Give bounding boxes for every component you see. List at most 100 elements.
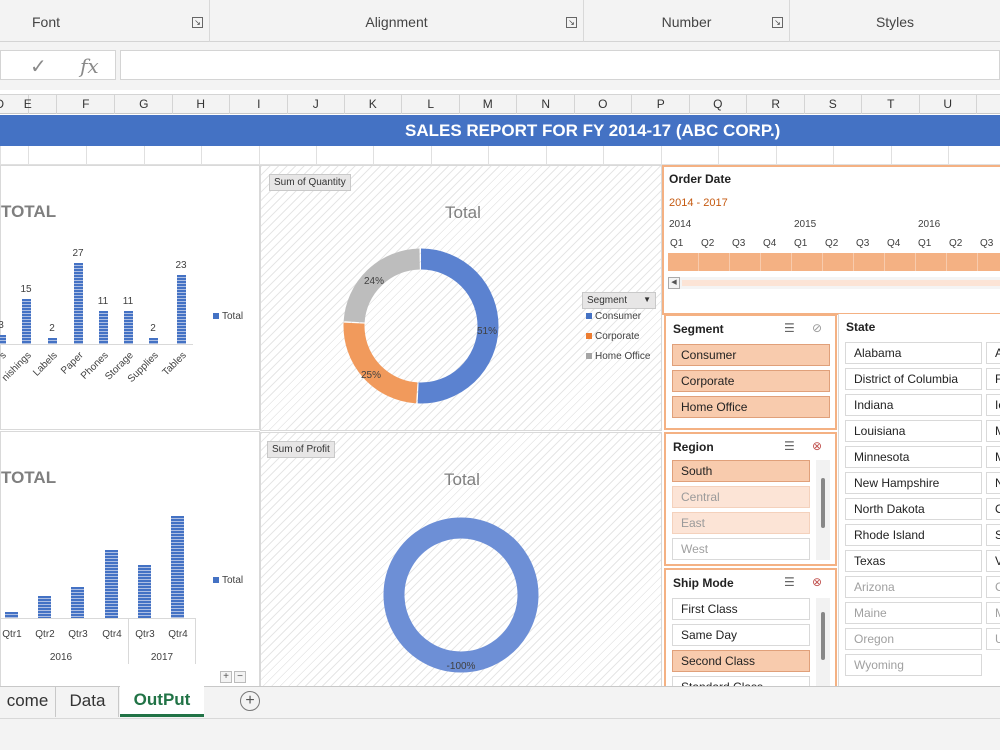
expand-icon[interactable]: + bbox=[220, 671, 232, 683]
timeline-quarter[interactable]: Q4 bbox=[763, 238, 776, 249]
column-header[interactable]: K bbox=[345, 95, 402, 114]
column-header[interactable]: Q bbox=[690, 95, 747, 114]
column-header[interactable]: P bbox=[633, 95, 690, 114]
dialog-launcher-icon[interactable]: ↘ bbox=[192, 17, 203, 28]
sheet-tab[interactable]: Data bbox=[57, 687, 119, 717]
donut-chart-quantity[interactable]: Sum of Quantity Total 51% 25% 24% Segment ▼… bbox=[260, 165, 662, 431]
slicer-item[interactable]: Same Day bbox=[672, 624, 810, 646]
slicer-segment[interactable]: Segment ☰ ⊘ Consumer Corporate Home Offi… bbox=[664, 314, 837, 430]
bar-chart-category[interactable]: TOTAL Total 3 s 15 nishings 2 Labels 27 Paper 11… bbox=[0, 165, 260, 430]
slicer-item[interactable]: Central bbox=[672, 486, 810, 508]
slicer-item[interactable]: V bbox=[986, 550, 1000, 572]
slicer-item[interactable]: District of Columbia bbox=[845, 368, 982, 390]
column-header[interactable]: F bbox=[58, 95, 115, 114]
slicer-item[interactable]: Maine bbox=[845, 602, 982, 624]
slicer-item[interactable]: N bbox=[986, 472, 1000, 494]
slicer-item[interactable]: Alabama bbox=[845, 342, 982, 364]
slicer-item[interactable]: Arizona bbox=[845, 576, 982, 598]
slicer-item[interactable]: Louisiana bbox=[845, 420, 982, 442]
donut-chart-profit[interactable]: Sum of Profit Total -100% bbox=[260, 432, 662, 687]
slicer-item[interactable]: East bbox=[672, 512, 810, 534]
scroll-thumb[interactable] bbox=[682, 280, 1000, 286]
slicer-item[interactable]: First Class bbox=[672, 598, 810, 620]
slicer-scrollbar[interactable] bbox=[816, 460, 830, 560]
timeline-scrollbar[interactable]: ◀ bbox=[668, 277, 1000, 289]
slicer-item[interactable]: M bbox=[986, 446, 1000, 468]
timeline-quarter[interactable]: Q1 bbox=[794, 238, 807, 249]
slicer-item[interactable]: Wyoming bbox=[845, 654, 982, 676]
fx-icon[interactable]: fx bbox=[80, 54, 99, 78]
sheet-tab[interactable]: come bbox=[0, 687, 56, 717]
slicer-region[interactable]: Region ☰ ⊗ South Central East West bbox=[664, 432, 837, 566]
check-icon[interactable]: ✓ bbox=[30, 54, 47, 79]
slicer-item[interactable]: South bbox=[672, 460, 810, 482]
column-header[interactable]: O bbox=[575, 95, 632, 114]
slicer-item[interactable]: Fl bbox=[986, 368, 1000, 390]
slicer-item[interactable]: C bbox=[986, 576, 1000, 598]
timeline-quarter[interactable]: Q2 bbox=[701, 238, 714, 249]
slicer-item[interactable]: West bbox=[672, 538, 810, 560]
slicer-item[interactable]: O bbox=[986, 498, 1000, 520]
column-header[interactable]: T bbox=[863, 95, 920, 114]
timeline-quarter[interactable]: Q3 bbox=[856, 238, 869, 249]
slicer-item[interactable]: Minnesota bbox=[845, 446, 982, 468]
slicer-item[interactable]: Second Class bbox=[672, 650, 810, 672]
collapse-icon[interactable]: − bbox=[234, 671, 246, 683]
timeline-selection-bar[interactable] bbox=[668, 253, 1000, 271]
timeline-quarter[interactable]: Q2 bbox=[825, 238, 838, 249]
slicer-item[interactable]: Corporate bbox=[672, 370, 830, 392]
clear-filter-icon[interactable]: ⊗ bbox=[812, 575, 822, 589]
column-header[interactable]: E bbox=[0, 95, 57, 114]
sheet-tab-active[interactable]: OutPut bbox=[120, 686, 204, 717]
column-header[interactable]: I bbox=[231, 95, 288, 114]
scroll-left-icon[interactable]: ◀ bbox=[668, 277, 680, 289]
slicer-item[interactable]: Indiana bbox=[845, 394, 982, 416]
scroll-thumb[interactable] bbox=[821, 478, 825, 528]
slicer-item[interactable]: Oregon bbox=[845, 628, 982, 650]
timeline-quarter[interactable]: Q3 bbox=[980, 238, 993, 249]
slicer-state[interactable]: State Alabama District of Columbia Indiana… bbox=[838, 314, 1000, 686]
slicer-item[interactable]: M bbox=[986, 420, 1000, 442]
multi-select-icon[interactable]: ☰ bbox=[784, 321, 795, 335]
multi-select-icon[interactable]: ☰ bbox=[784, 575, 795, 589]
multi-select-icon[interactable]: ☰ bbox=[784, 439, 795, 453]
column-header[interactable]: H bbox=[173, 95, 230, 114]
slicer-item[interactable]: S bbox=[986, 524, 1000, 546]
column-header[interactable]: G bbox=[116, 95, 173, 114]
pivot-field-button[interactable]: Sum of Quantity bbox=[269, 174, 351, 191]
slicer-item[interactable]: Home Office bbox=[672, 396, 830, 418]
dialog-launcher-icon[interactable]: ↘ bbox=[566, 17, 577, 28]
slicer-item[interactable]: U bbox=[986, 628, 1000, 650]
column-header[interactable]: S bbox=[805, 95, 862, 114]
column-header[interactable]: U bbox=[920, 95, 977, 114]
timeline-quarter[interactable]: Q4 bbox=[887, 238, 900, 249]
slicer-item[interactable]: M bbox=[986, 602, 1000, 624]
timeline-order-date[interactable]: Order Date 2014 - 2017 ◀ 2014 2015 2016 Q1 Q… bbox=[662, 165, 1000, 315]
clear-filter-icon[interactable]: ⊘ bbox=[812, 321, 822, 335]
legend-filter-button[interactable]: Segment ▼ bbox=[582, 292, 656, 309]
slicer-item[interactable]: Texas bbox=[845, 550, 982, 572]
timeline-quarter[interactable]: Q2 bbox=[949, 238, 962, 249]
slicer-item[interactable]: Rhode Island bbox=[845, 524, 982, 546]
slicer-item[interactable]: Consumer bbox=[672, 344, 830, 366]
slicer-item[interactable]: A bbox=[986, 342, 1000, 364]
column-header[interactable]: R bbox=[748, 95, 805, 114]
slicer-item[interactable]: New Hampshire bbox=[845, 472, 982, 494]
slicer-item[interactable]: North Dakota bbox=[845, 498, 982, 520]
slicer-ship-mode[interactable]: Ship Mode ☰ ⊗ First Class Same Day Secon… bbox=[664, 568, 837, 688]
dialog-launcher-icon[interactable]: ↘ bbox=[772, 17, 783, 28]
column-header[interactable]: M bbox=[460, 95, 517, 114]
column-header[interactable]: N bbox=[518, 95, 575, 114]
formula-input[interactable] bbox=[120, 50, 1000, 80]
pivot-field-button[interactable]: Sum of Profit bbox=[267, 441, 335, 458]
add-sheet-icon[interactable]: + bbox=[240, 691, 260, 711]
scroll-thumb[interactable] bbox=[821, 612, 825, 660]
column-header[interactable]: L bbox=[403, 95, 460, 114]
bar-chart-quarterly[interactable]: TOTAL Total Qtr1 Qtr2 Qtr3 Qtr4 Qtr3 Qtr4 2016… bbox=[0, 431, 260, 687]
clear-filter-icon[interactable]: ⊗ bbox=[812, 439, 822, 453]
timeline-quarter[interactable]: Q1 bbox=[918, 238, 931, 249]
timeline-quarter[interactable]: Q1 bbox=[670, 238, 683, 249]
column-header[interactable]: J bbox=[288, 95, 345, 114]
timeline-quarter[interactable]: Q3 bbox=[732, 238, 745, 249]
slicer-item[interactable]: Io bbox=[986, 394, 1000, 416]
